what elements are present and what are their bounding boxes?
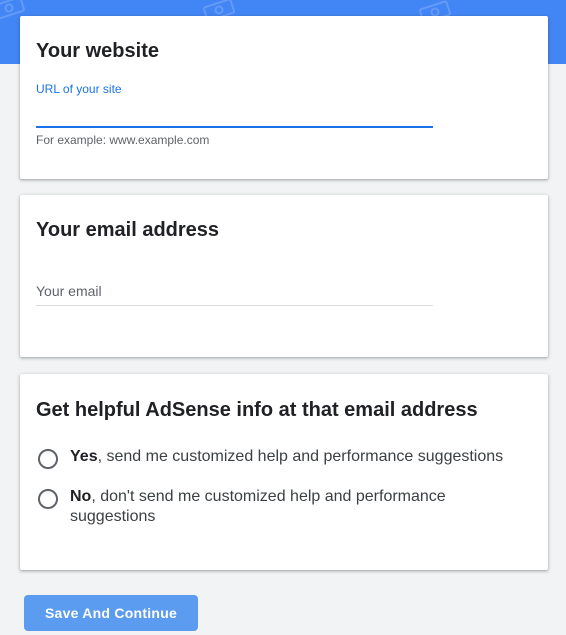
radio-button-no[interactable] <box>38 489 58 509</box>
radio-option-yes-bold: Yes <box>70 448 98 465</box>
radio-option-yes[interactable]: Yes, send me customized help and perform… <box>38 447 510 469</box>
email-input[interactable] <box>36 277 433 306</box>
radio-option-no-label: No, don't send me customized help and pe… <box>70 487 510 527</box>
radio-option-no[interactable]: No, don't send me customized help and pe… <box>38 487 510 527</box>
email-card: Your email address <box>20 195 548 357</box>
website-card-title: Your website <box>36 40 159 62</box>
url-helper-text: For example: www.example.com <box>36 133 210 147</box>
radio-option-yes-label: Yes, send me customized help and perform… <box>70 447 510 467</box>
save-and-continue-button[interactable]: Save And Continue <box>24 595 198 631</box>
website-card: Your website URL of your site For exampl… <box>20 16 548 179</box>
adsense-info-card-title: Get helpful AdSense info at that email a… <box>36 399 478 421</box>
radio-button-yes[interactable] <box>38 449 58 469</box>
adsense-info-card: Get helpful AdSense info at that email a… <box>20 374 548 570</box>
url-field-label: URL of your site <box>36 82 122 96</box>
email-card-title: Your email address <box>36 219 220 241</box>
radio-option-yes-text: , send me customized help and performanc… <box>97 448 504 465</box>
radio-option-no-text: , don't send me customized help and perf… <box>70 488 446 525</box>
radio-option-no-bold: No <box>70 488 92 505</box>
url-input[interactable] <box>36 100 433 128</box>
